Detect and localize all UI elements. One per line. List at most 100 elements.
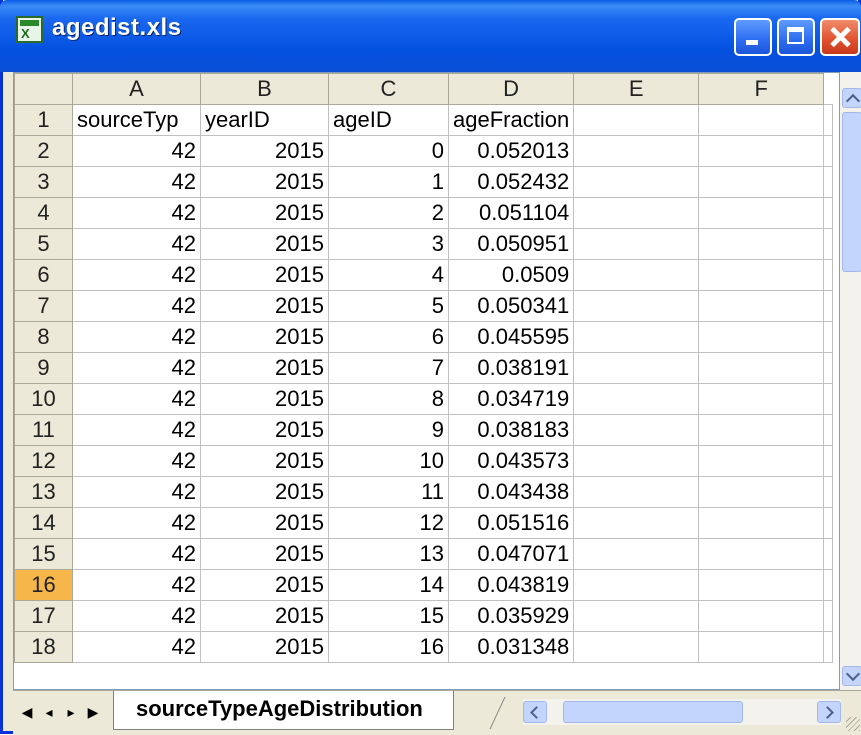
select-all-corner[interactable] xyxy=(14,73,73,105)
cell[interactable]: 0.031348 xyxy=(447,631,575,663)
cell[interactable]: sourceTyp xyxy=(72,104,201,136)
cell[interactable] xyxy=(823,569,834,601)
cell[interactable]: 2015 xyxy=(200,352,329,384)
cell[interactable]: 0.043819 xyxy=(447,569,575,601)
row-header[interactable]: 4 xyxy=(14,197,73,229)
row-header[interactable]: 18 xyxy=(14,631,73,663)
cell[interactable]: 0.043573 xyxy=(447,445,575,477)
prev-sheet-button[interactable]: ◂ xyxy=(39,703,59,723)
cell[interactable]: ageFraction xyxy=(447,104,575,136)
column-header[interactable]: F xyxy=(698,73,825,105)
row-header[interactable]: 8 xyxy=(14,321,73,353)
cell[interactable] xyxy=(823,414,834,446)
column-header[interactable]: E xyxy=(573,73,700,105)
cell[interactable] xyxy=(573,445,700,477)
cell[interactable]: 42 xyxy=(72,445,201,477)
column-header[interactable]: D xyxy=(447,73,575,105)
cell[interactable] xyxy=(698,228,825,260)
row-header[interactable]: 1 xyxy=(14,104,73,136)
cell[interactable]: 42 xyxy=(72,352,201,384)
first-sheet-button[interactable]: ◀ xyxy=(17,703,37,723)
cell[interactable] xyxy=(573,321,700,353)
cell[interactable]: 2015 xyxy=(200,197,329,229)
cell[interactable] xyxy=(698,445,825,477)
cell[interactable] xyxy=(823,476,834,508)
cell[interactable]: 0.050951 xyxy=(447,228,575,260)
horizontal-scroll-thumb[interactable] xyxy=(563,701,743,723)
cell[interactable]: 42 xyxy=(72,569,201,601)
cell[interactable] xyxy=(573,476,700,508)
cell[interactable] xyxy=(573,290,700,322)
cell[interactable] xyxy=(698,631,825,663)
cell[interactable]: 0.047071 xyxy=(447,538,575,570)
cell[interactable] xyxy=(573,507,700,539)
cell[interactable]: 42 xyxy=(72,383,201,415)
row-header[interactable]: 14 xyxy=(14,507,73,539)
cell[interactable] xyxy=(823,259,834,291)
cell[interactable] xyxy=(573,352,700,384)
cell[interactable]: 0.050341 xyxy=(447,290,575,322)
row-header[interactable]: 15 xyxy=(14,538,73,570)
cell[interactable]: 2015 xyxy=(200,321,329,353)
row-header[interactable]: 11 xyxy=(14,414,73,446)
cell[interactable]: 42 xyxy=(72,538,201,570)
title-bar[interactable]: agedist.xls xyxy=(0,0,861,72)
cell[interactable]: 9 xyxy=(328,414,449,446)
cell[interactable] xyxy=(573,631,700,663)
cell[interactable]: 2015 xyxy=(200,135,329,167)
cell[interactable] xyxy=(698,476,825,508)
column-header[interactable]: C xyxy=(328,73,449,105)
cell[interactable] xyxy=(698,135,825,167)
row-header[interactable]: 17 xyxy=(14,600,73,632)
cell[interactable]: 42 xyxy=(72,135,201,167)
row-header[interactable]: 9 xyxy=(14,352,73,384)
cell[interactable]: 42 xyxy=(72,166,201,198)
cell[interactable]: 0.045595 xyxy=(447,321,575,353)
cell[interactable]: 42 xyxy=(72,600,201,632)
column-header[interactable]: A xyxy=(72,73,201,105)
cell[interactable]: 42 xyxy=(72,228,201,260)
sheet-tab-sourceTypeAgeDistribution[interactable]: sourceTypeAgeDistribution xyxy=(113,691,454,730)
cell[interactable] xyxy=(823,445,834,477)
cell[interactable]: 42 xyxy=(72,414,201,446)
cell[interactable] xyxy=(823,228,834,260)
cell[interactable] xyxy=(698,538,825,570)
cell[interactable]: 16 xyxy=(328,631,449,663)
close-button[interactable] xyxy=(820,18,860,56)
cell[interactable] xyxy=(823,290,834,322)
cell[interactable]: 6 xyxy=(328,321,449,353)
cell[interactable] xyxy=(573,259,700,291)
scroll-down-button[interactable] xyxy=(842,666,861,686)
cell[interactable] xyxy=(823,104,834,136)
cell[interactable] xyxy=(573,135,700,167)
cell[interactable]: 2015 xyxy=(200,166,329,198)
cell[interactable]: 5 xyxy=(328,290,449,322)
vertical-scroll-thumb[interactable] xyxy=(842,112,861,272)
cell[interactable] xyxy=(573,600,700,632)
column-header[interactable]: B xyxy=(200,73,329,105)
row-header[interactable]: 2 xyxy=(14,135,73,167)
cell[interactable]: 11 xyxy=(328,476,449,508)
cell[interactable]: 0.051104 xyxy=(447,197,575,229)
cell[interactable]: 0.052432 xyxy=(447,166,575,198)
cell[interactable]: 2015 xyxy=(200,445,329,477)
cell[interactable]: 7 xyxy=(328,352,449,384)
maximize-button[interactable] xyxy=(777,18,815,56)
cell[interactable] xyxy=(573,197,700,229)
cell[interactable] xyxy=(698,197,825,229)
cell[interactable]: 2015 xyxy=(200,414,329,446)
resize-grip-icon[interactable] xyxy=(846,717,860,731)
cell[interactable]: 2015 xyxy=(200,259,329,291)
cell[interactable]: 0.034719 xyxy=(447,383,575,415)
cell[interactable] xyxy=(698,352,825,384)
cell[interactable]: 0 xyxy=(328,135,449,167)
cell[interactable] xyxy=(698,104,825,136)
cell[interactable]: 12 xyxy=(328,507,449,539)
cell[interactable] xyxy=(698,166,825,198)
cell[interactable]: 0.0509 xyxy=(447,259,575,291)
cell[interactable] xyxy=(823,538,834,570)
cell[interactable] xyxy=(573,228,700,260)
cell[interactable] xyxy=(698,600,825,632)
cell[interactable]: 42 xyxy=(72,321,201,353)
cell[interactable]: 42 xyxy=(72,290,201,322)
